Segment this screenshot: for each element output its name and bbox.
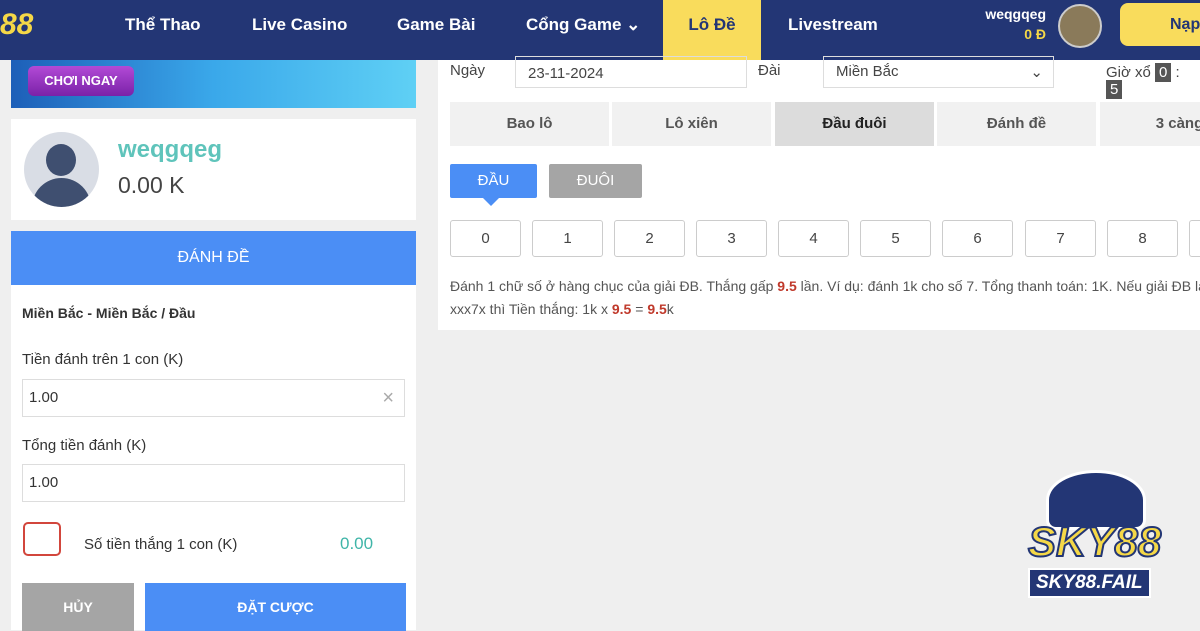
total-input[interactable]: 1.00: [22, 464, 405, 502]
win-value: 0.00: [340, 534, 374, 553]
number-8[interactable]: 8: [1107, 220, 1178, 257]
multiplier: 9.5: [611, 301, 632, 317]
rule-description: Đánh 1 chữ số ở hàng chục của giải ĐB. T…: [450, 275, 1200, 321]
watermark-brand: SKY88: [1027, 517, 1162, 566]
draw-minutes: 5: [1106, 80, 1123, 99]
profile-balance: 0.00 K: [118, 172, 185, 198]
wallet-icon: [23, 522, 61, 556]
nav-label: Cổng Game: [526, 15, 622, 34]
profile-username: weqgqeg: [118, 136, 223, 163]
profile-card: weqgqeg 0.00 K: [11, 119, 416, 220]
draw-hours: 0: [1155, 63, 1172, 82]
region-value: Miền Bắc: [836, 63, 899, 80]
multiplier: 9.5: [777, 278, 797, 294]
number-4[interactable]: 4: [778, 220, 849, 257]
promo-banner[interactable]: CHƠI NGAY: [11, 60, 416, 108]
tab-3-cang[interactable]: 3 càng: [1100, 102, 1200, 146]
number-5[interactable]: 5: [860, 220, 931, 257]
chevron-down-icon: ⌄: [1030, 64, 1043, 81]
draw-label: Giờ xổ: [1106, 64, 1151, 81]
win-label: Số tiền thắng 1 con (K): [84, 536, 238, 553]
nav-live-casino[interactable]: Live Casino: [252, 0, 347, 60]
active-pointer: [483, 198, 499, 214]
amount-input[interactable]: 1.00 ×: [22, 379, 405, 417]
desc-text: =: [631, 301, 648, 317]
number-1[interactable]: 1: [532, 220, 603, 257]
watermark-domain: SKY88.FAIL: [1028, 568, 1151, 598]
nav-the-thao[interactable]: Thể Thao: [125, 0, 201, 60]
number-7[interactable]: 7: [1025, 220, 1096, 257]
nav-livestream[interactable]: Livestream: [788, 0, 878, 60]
place-bet-button[interactable]: ĐẶT CƯỢC: [145, 583, 406, 631]
cancel-button[interactable]: HỦY: [22, 583, 134, 631]
number-3[interactable]: 3: [696, 220, 767, 257]
tab-danh-de[interactable]: Đánh đề: [937, 102, 1096, 146]
tab-bao-lo[interactable]: Bao lô: [450, 102, 609, 146]
amount-label: Tiền đánh trên 1 con (K): [22, 351, 184, 368]
total-label: Tổng tiền đánh (K): [22, 437, 147, 454]
subtab-duoi[interactable]: ĐUÔI: [549, 164, 642, 198]
tab-dau-duoi[interactable]: Đầu đuôi: [775, 102, 934, 146]
user-avatar-icon: [24, 132, 99, 207]
logo[interactable]: 88: [0, 8, 33, 42]
region-label: Đài: [758, 62, 781, 79]
date-label: Ngày: [450, 62, 486, 79]
nav-game-bai[interactable]: Game Bài: [397, 0, 475, 60]
balance: 0 Đ: [1024, 26, 1046, 42]
user-info[interactable]: weqgqeg 0 Đ: [985, 6, 1046, 42]
bet-panel: Ngày 23-11-2024 Đài Miền Bắc ⌄ Giờ xổ 0 :…: [438, 56, 1200, 330]
avatar[interactable]: [1058, 4, 1102, 48]
region-select[interactable]: Miền Bắc ⌄: [823, 56, 1054, 88]
username: weqgqeg: [985, 6, 1046, 22]
play-now-button[interactable]: CHƠI NGAY: [28, 66, 134, 96]
tab-lo-xien[interactable]: Lô xiên: [612, 102, 771, 146]
desc-text: Đánh 1 chữ số ở hàng chục của giải ĐB. T…: [450, 278, 778, 294]
clear-icon[interactable]: ×: [382, 380, 394, 416]
subtab-dau[interactable]: ĐẦU: [450, 164, 537, 198]
date-input[interactable]: 23-11-2024: [515, 56, 747, 88]
deposit-button[interactable]: Nạp: [1120, 3, 1200, 46]
chevron-down-icon: ⌄: [626, 15, 641, 34]
number-9-partial[interactable]: [1189, 220, 1200, 257]
win-amount: 9.5: [647, 301, 667, 317]
number-2[interactable]: 2: [614, 220, 685, 257]
nav-lo-de[interactable]: Lô Đề: [663, 0, 761, 60]
draw-time: Giờ xổ 0 : 5: [1106, 63, 1180, 99]
watermark-logo: SKY88 SKY88.FAIL: [1027, 470, 1168, 600]
amount-value: 1.00: [29, 389, 59, 406]
bet-slip-header: ĐÁNH ĐỀ: [11, 231, 416, 285]
number-0[interactable]: 0: [450, 220, 521, 257]
top-nav: 88 Thể Thao Live Casino Game Bài Cổng Ga…: [0, 0, 1200, 60]
bet-path: Miền Bắc - Miền Bắc / Đầu: [22, 305, 196, 321]
nav-cong-game[interactable]: Cổng Game ⌄: [526, 0, 640, 60]
desc-text: k: [666, 301, 674, 317]
bet-slip: [11, 231, 416, 630]
number-6[interactable]: 6: [942, 220, 1013, 257]
